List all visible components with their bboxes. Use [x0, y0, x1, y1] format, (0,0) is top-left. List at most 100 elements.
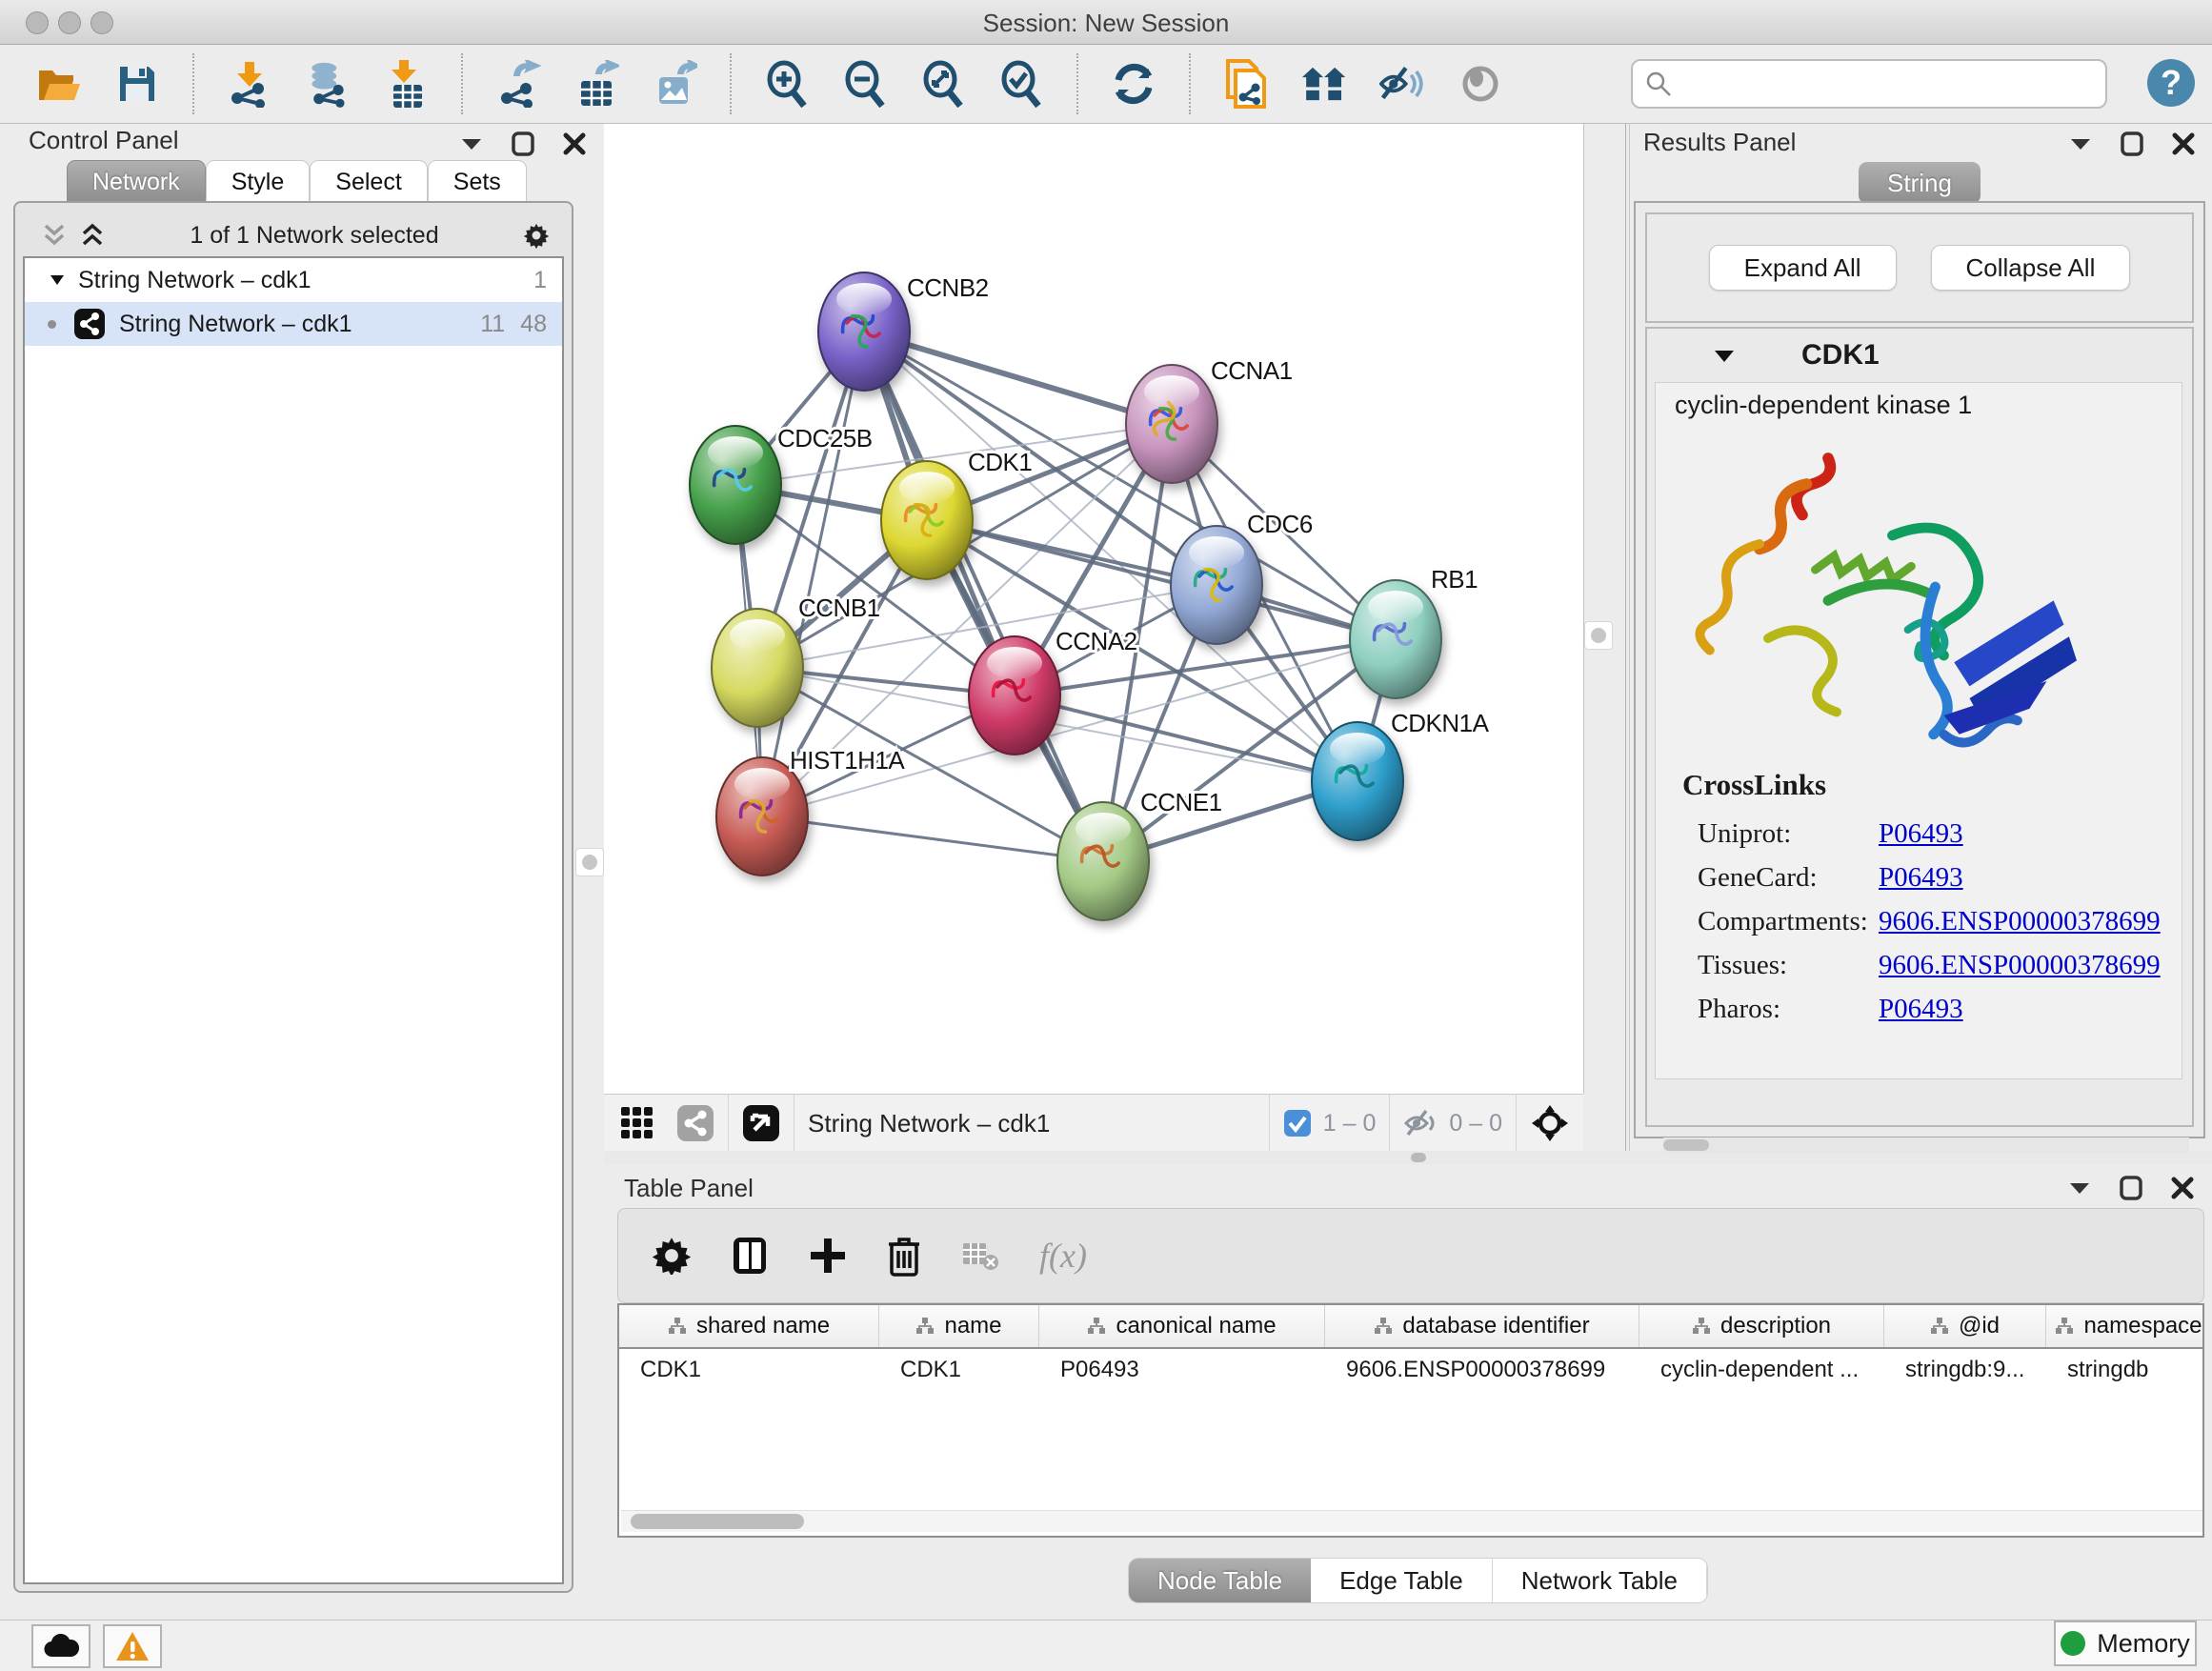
grid-view-icon[interactable] [619, 1105, 655, 1141]
left-splitter-handle[interactable] [575, 848, 604, 876]
network-node-ccnb1[interactable]: CCNB1 [712, 594, 880, 727]
export-image-icon[interactable] [652, 61, 697, 107]
splitter-handle[interactable] [1411, 1153, 1426, 1162]
network-edge[interactable] [927, 520, 1396, 639]
network-node-rb1[interactable]: RB1 [1350, 565, 1478, 698]
gear-icon[interactable] [524, 223, 549, 248]
network-canvas[interactable]: CCNB2CCNA1CDC25BCDK1CDC6RB1CCNB1CCNA2CDK… [604, 124, 1584, 1094]
network-edge[interactable] [762, 816, 1103, 861]
tab-node-table[interactable]: Node Table [1129, 1559, 1311, 1602]
float-panel-icon[interactable] [2120, 131, 2144, 156]
first-neighbors-icon[interactable] [1301, 61, 1347, 107]
save-session-icon[interactable] [114, 61, 160, 107]
right-splitter-handle[interactable] [1584, 621, 1613, 650]
tab-edge-table[interactable]: Edge Table [1311, 1559, 1493, 1602]
column-header-canonical-name[interactable]: canonical name [1039, 1305, 1325, 1347]
network-node-ccne1[interactable]: CCNE1 [1057, 788, 1222, 920]
table-cell[interactable]: CDK1 [619, 1349, 879, 1391]
add-column-icon[interactable] [809, 1237, 847, 1275]
help-button[interactable]: ? [2147, 59, 2195, 107]
collapse-all-icon[interactable] [42, 223, 67, 248]
chevron-down-icon[interactable] [459, 131, 484, 156]
warning-status-button[interactable] [103, 1624, 162, 1668]
tab-select[interactable]: Select [310, 160, 427, 203]
table-cell[interactable]: stringdb [2046, 1349, 2204, 1391]
network-node-hist1h1a[interactable]: HIST1H1A [716, 746, 905, 876]
chevron-down-icon[interactable] [2067, 1176, 2092, 1200]
expand-all-icon[interactable] [80, 223, 105, 248]
fit-content-crosshair-icon[interactable] [1530, 1103, 1570, 1143]
network-edge[interactable] [864, 332, 1172, 424]
column-header-description[interactable]: description [1639, 1305, 1884, 1347]
import-network-icon[interactable] [227, 61, 272, 107]
expand-all-button[interactable]: Expand All [1709, 245, 1897, 291]
import-table-icon[interactable] [383, 61, 429, 107]
network-edge[interactable] [762, 332, 864, 816]
delete-column-icon[interactable] [887, 1235, 921, 1277]
close-panel-icon[interactable] [2171, 131, 2196, 156]
network-node-cdc25b[interactable]: CDC25B [690, 424, 873, 544]
column-header--id[interactable]: @id [1884, 1305, 2046, 1347]
table-row[interactable]: CDK1CDK1P064939606.ENSP00000378699cyclin… [619, 1349, 2202, 1391]
table-cell[interactable]: 9606.ENSP00000378699 [1325, 1349, 1639, 1391]
network-node-ccna1[interactable]: CCNA1 [1126, 356, 1293, 483]
network-view-icon[interactable] [676, 1104, 714, 1142]
cloud-status-button[interactable] [31, 1624, 90, 1668]
show-graphics-details-icon[interactable] [1379, 61, 1425, 107]
float-panel-icon[interactable] [2119, 1176, 2143, 1200]
column-header-name[interactable]: name [879, 1305, 1039, 1347]
selected-checkbox-icon[interactable] [1283, 1109, 1312, 1137]
memory-button[interactable]: Memory [2054, 1621, 2197, 1666]
crosslink-link[interactable]: P06493 [1879, 818, 1963, 850]
apply-layout-icon[interactable] [1111, 61, 1156, 107]
export-table-icon[interactable] [573, 61, 619, 107]
crosslink-link[interactable]: P06493 [1879, 994, 1963, 1025]
zoom-selected-icon[interactable] [998, 61, 1044, 107]
network-node-cdc6[interactable]: CDC6 [1171, 510, 1313, 644]
results-horizontal-scrollbar[interactable] [1663, 1137, 2189, 1153]
network-node-cdkn1a[interactable]: CDKN1A [1312, 709, 1490, 840]
collapse-all-button[interactable]: Collapse All [1931, 245, 2131, 291]
network-node-ccnb2[interactable]: CCNB2 [818, 272, 989, 391]
tab-sets[interactable]: Sets [428, 160, 527, 203]
table-cell[interactable]: stringdb:9... [1884, 1349, 2046, 1391]
search-input[interactable] [1673, 70, 2094, 98]
table-cell[interactable]: CDK1 [879, 1349, 1039, 1391]
tab-style[interactable]: Style [206, 160, 311, 203]
float-panel-icon[interactable] [511, 131, 535, 156]
tab-network-table[interactable]: Network Table [1493, 1559, 1707, 1602]
table-cell[interactable]: P06493 [1039, 1349, 1325, 1391]
detach-view-icon[interactable] [742, 1104, 780, 1142]
network-collection-row[interactable]: String Network – cdk1 1 [25, 258, 562, 302]
birds-eye-view-icon[interactable] [1458, 61, 1503, 107]
network-node-cdk1[interactable]: CDK1 [881, 448, 1032, 579]
zoom-in-icon[interactable] [764, 61, 810, 107]
tab-network[interactable]: Network [67, 160, 206, 203]
tab-string[interactable]: String [1859, 162, 1981, 204]
crosslink-link[interactable]: 9606.ENSP00000378699 [1879, 950, 2161, 981]
network-row[interactable]: String Network – cdk1 11 48 [25, 302, 562, 346]
table-cell[interactable]: cyclin-dependent ... [1639, 1349, 1884, 1391]
table-horizontal-scrollbar[interactable] [621, 1510, 2202, 1532]
column-header-shared-name[interactable]: shared name [619, 1305, 879, 1347]
close-panel-icon[interactable] [2170, 1176, 2195, 1200]
column-header-namespace[interactable]: namespace [2046, 1305, 2204, 1347]
crosslink-link[interactable]: P06493 [1879, 862, 1963, 894]
close-panel-icon[interactable] [562, 131, 587, 156]
expander-triangle-icon[interactable] [50, 274, 65, 286]
section-collapse-triangle-icon[interactable] [1714, 349, 1735, 363]
table-gear-icon[interactable] [653, 1237, 691, 1275]
network-edge[interactable] [864, 332, 1103, 861]
export-network-icon[interactable] [495, 61, 541, 107]
zoom-fit-icon[interactable] [920, 61, 966, 107]
open-session-icon[interactable] [36, 61, 82, 107]
column-header-database-identifier[interactable]: database identifier [1325, 1305, 1639, 1347]
horizontal-splitter[interactable] [604, 1151, 2212, 1164]
crosslink-link[interactable]: 9606.ENSP00000378699 [1879, 906, 2161, 937]
network-from-selection-icon[interactable] [1223, 61, 1269, 107]
hidden-eye-icon[interactable] [1403, 1108, 1438, 1138]
show-columns-icon[interactable] [731, 1235, 769, 1277]
import-network-from-database-icon[interactable] [305, 61, 351, 107]
zoom-out-icon[interactable] [842, 61, 888, 107]
node-details-header[interactable]: CDK1 [1647, 329, 2192, 382]
